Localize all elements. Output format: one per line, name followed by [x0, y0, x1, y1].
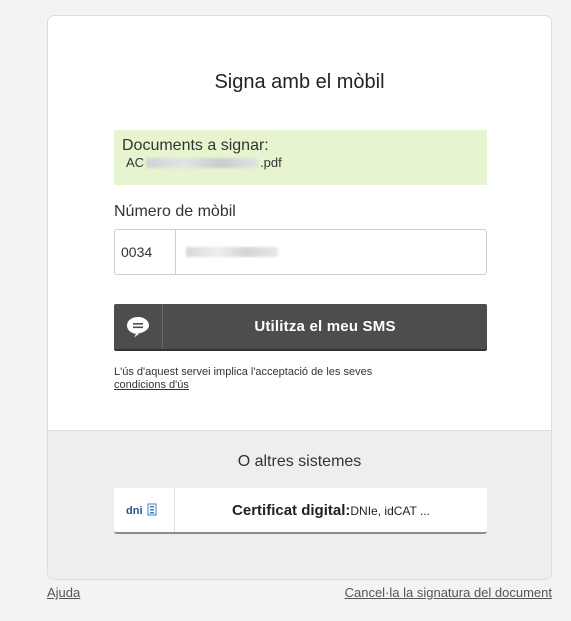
filename-suffix: .pdf: [260, 155, 282, 170]
alternative-systems-title: O altres sistemes: [237, 453, 362, 470]
phone-label: Número de mòbil: [114, 203, 236, 220]
filename-prefix: AC: [126, 155, 145, 170]
digital-certificate-button[interactable]: dni Certificat digital:DNIe, idCAT ...: [114, 488, 487, 534]
use-sms-button-label: Utilitza el meu SMS: [254, 318, 396, 335]
speech-bubble-icon: [114, 304, 163, 349]
filename-redacted: [146, 158, 259, 168]
digital-certificate-label: Certificat digital:DNIe, idCAT ...: [175, 502, 487, 519]
documents-box: Documents a signar: AC .pdf: [114, 130, 487, 185]
alternative-systems: O altres sistemes dni Certificat digital…: [48, 430, 551, 579]
terms-notice: L'ús d'aquest servei implica l'acceptaci…: [114, 366, 372, 392]
page-title: Signa amb el mòbil: [214, 71, 385, 93]
cancel-signature-link[interactable]: Cancel·la la signatura del document: [345, 585, 552, 600]
svg-text:dni: dni: [126, 505, 143, 517]
terms-link[interactable]: condicions d'ús: [114, 379, 189, 391]
phone-number-input[interactable]: [176, 230, 486, 274]
cert-title: Certificat digital:: [232, 501, 351, 519]
terms-text: L'ús d'aquest servei implica l'acceptaci…: [114, 366, 373, 378]
documents-label: Documents a signar:: [122, 137, 269, 154]
phone-field: 0034: [114, 229, 487, 275]
document-filename: AC .pdf: [126, 155, 479, 171]
sign-card: Signa amb el mòbil Documents a signar: A…: [47, 15, 552, 580]
help-link[interactable]: Ajuda: [47, 585, 80, 600]
phone-number-redacted: [186, 247, 278, 257]
cert-subtitle: DNIe, idCAT ...: [350, 503, 430, 518]
dni-logo-icon: dni: [114, 488, 175, 532]
country-prefix-field[interactable]: 0034: [115, 230, 176, 274]
use-sms-button[interactable]: Utilitza el meu SMS: [114, 304, 487, 351]
